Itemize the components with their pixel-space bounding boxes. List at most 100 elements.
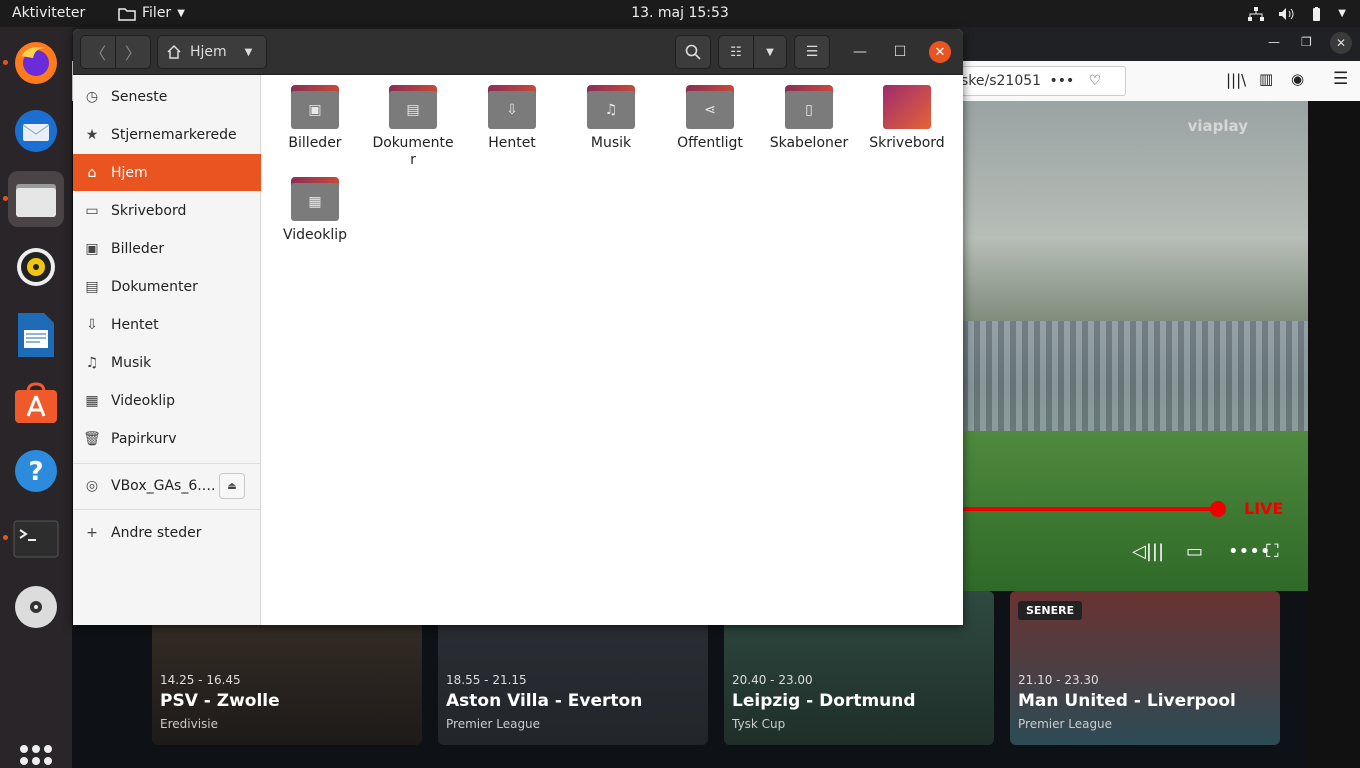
folder-item[interactable]: ▯ Skabeloner — [762, 75, 856, 152]
sidebar-item-label: Andre steder — [111, 524, 202, 541]
download-icon: ⇩ — [506, 102, 518, 118]
rhythmbox-icon — [17, 248, 55, 286]
folder-item[interactable]: ▤ Dokumenter — [366, 75, 460, 169]
sidebar-icon[interactable]: ▥ — [1259, 70, 1273, 88]
sidebar-item-desktop[interactable]: ▭ Skrivebord — [73, 192, 261, 229]
folder-item[interactable]: ▣ Billeder — [268, 75, 362, 152]
terminal-launcher[interactable] — [8, 511, 64, 567]
stadium-stands — [962, 321, 1308, 431]
page-actions-icon[interactable]: ••• — [1050, 73, 1075, 89]
sidebar-item-documents[interactable]: ▤ Dokumenter — [73, 268, 261, 305]
minimize-button[interactable]: — — [849, 41, 871, 63]
more-options-icon[interactable]: •••• — [1228, 541, 1270, 562]
chevron-down-icon: ▼ — [1338, 8, 1346, 19]
restore-icon[interactable]: ❐ — [1301, 35, 1312, 49]
battery-icon — [1313, 6, 1321, 21]
files-launcher[interactable] — [8, 171, 64, 227]
sidebar-item-downloads[interactable]: ⇩ Hentet — [73, 306, 261, 343]
path-bar-button[interactable]: Hjem ▼ — [157, 35, 267, 69]
dock: ? — [0, 27, 72, 768]
folder-item[interactable]: ▦ Videoklip — [268, 167, 362, 244]
sidebar-item-recent[interactable]: ◷ Seneste — [73, 78, 261, 115]
clock[interactable]: 13. maj 15:53 — [0, 0, 1360, 27]
folder-icon: ⇩ — [488, 85, 536, 129]
image-icon: ▣ — [85, 240, 99, 257]
hamburger-menu-icon[interactable]: ☰ — [1333, 69, 1348, 89]
dvd-launcher[interactable] — [8, 579, 64, 635]
forward-button[interactable]: 〉 — [115, 35, 151, 69]
close-icon[interactable]: ✕ — [1330, 32, 1352, 54]
sidebar-item-starred[interactable]: ★ Stjernemarkerede — [73, 116, 261, 153]
desktop-folder-icon — [883, 85, 931, 129]
pocket-icon[interactable]: ♡ — [1089, 73, 1102, 89]
chevron-down-icon: ▼ — [766, 46, 774, 58]
sidebar-item-home[interactable]: ⌂ Hjem — [73, 154, 261, 191]
maximize-button[interactable]: ☐ — [889, 41, 911, 63]
folder-item[interactable]: ♫ Musik — [564, 75, 658, 152]
show-applications-button[interactable] — [20, 745, 52, 768]
eject-button[interactable]: ⏏ — [219, 473, 245, 499]
sidebar-item-label: Stjernemarkerede — [111, 126, 237, 143]
rhythmbox-launcher[interactable] — [8, 239, 64, 295]
folder-label: Dokumenter — [372, 135, 454, 168]
clock-icon: ◷ — [85, 88, 99, 105]
card-league: Tysk Cup — [732, 717, 786, 731]
help-launcher[interactable]: ? — [8, 443, 64, 499]
folder-item[interactable]: Skrivebord — [860, 75, 954, 152]
maximize-icon: ☐ — [893, 44, 907, 60]
picture-in-picture-icon[interactable]: ▭ — [1186, 541, 1203, 562]
software-launcher[interactable] — [8, 375, 64, 431]
video-icon: ▦ — [85, 392, 99, 409]
folder-icon — [118, 7, 136, 21]
places-sidebar: ◷ Seneste ★ Stjernemarkerede ⌂ Hjem ▭ Skrive… — [73, 75, 261, 625]
url-bar[interactable]: ske/s21051 ••• ♡ ☆ — [952, 66, 1126, 117]
folder-icon: ▣ — [291, 85, 339, 129]
search-button[interactable] — [675, 35, 711, 69]
card-title: Aston Villa - Everton — [446, 691, 643, 711]
header-bar: 〈 〉 Hjem ▼ ☷ ▼ ☰ — ☐ ✕ — [73, 29, 963, 75]
chevron-down-icon: ▼ — [244, 46, 253, 58]
progress-bar[interactable] — [962, 507, 1218, 511]
menu-button[interactable]: ☰ — [794, 35, 830, 69]
account-icon[interactable]: ◉ — [1291, 70, 1304, 88]
app-menu-button[interactable]: Filer ▼ — [118, 0, 185, 27]
sidebar-divider — [73, 509, 261, 510]
sidebar-item-music[interactable]: ♫ Musik — [73, 344, 261, 381]
share-icon: ⋖ — [704, 102, 716, 118]
activities-button[interactable]: Aktiviteter — [12, 0, 85, 27]
folder-icon: ▤ — [389, 85, 437, 129]
download-icon: ⇩ — [86, 316, 98, 333]
close-button[interactable]: ✕ — [929, 41, 951, 63]
sidebar-item-pictures[interactable]: ▣ Billeder — [73, 230, 261, 267]
view-options-button[interactable]: ▼ — [753, 35, 787, 69]
libreoffice-writer-launcher[interactable] — [8, 307, 64, 363]
minimize-icon[interactable]: — — [1268, 35, 1280, 49]
sidebar-item-trash[interactable]: 🗑 Papirkurv — [73, 420, 261, 457]
svg-text:?: ? — [28, 457, 43, 487]
thunderbird-icon — [15, 110, 57, 152]
folder-label: Skabeloner — [769, 135, 849, 151]
firefox-launcher[interactable] — [8, 35, 64, 91]
desktop-icon: ▭ — [85, 202, 99, 219]
folder-icon: ⋖ — [686, 85, 734, 129]
sidebar-item-videos[interactable]: ▦ Videoklip — [73, 382, 261, 419]
thunderbird-launcher[interactable] — [8, 103, 64, 159]
card-title: PSV - Zwolle — [160, 691, 280, 711]
progress-handle[interactable] — [1210, 501, 1226, 517]
video-player[interactable]: viaplay LIVE ◁||| ▭ •••• ⛶ — [962, 101, 1308, 591]
folder-label: Billeder — [288, 135, 342, 151]
program-card[interactable]: SENERE 21.10 - 23.30 Man United - Liverp… — [1010, 591, 1280, 745]
document-icon: ▤ — [406, 102, 420, 118]
fullscreen-icon[interactable]: ⛶ — [1266, 541, 1279, 562]
back-button[interactable]: 〈 — [80, 35, 116, 69]
top-bar: Aktiviteter Filer ▼ 13. maj 15:53 ▼ — [0, 0, 1360, 27]
list-view-button[interactable]: ☷ — [718, 35, 754, 69]
library-icon[interactable]: |||\ — [1226, 71, 1246, 89]
volume-icon[interactable]: ◁||| — [1132, 541, 1164, 562]
sidebar-item-other-locations[interactable]: + Andre steder — [73, 514, 261, 551]
folder-item[interactable]: ⋖ Offentligt — [663, 75, 757, 152]
help-icon: ? — [15, 450, 57, 492]
system-tray[interactable]: ▼ — [1248, 0, 1346, 27]
folder-item[interactable]: ⇩ Hentet — [465, 75, 559, 152]
video-icon: ▦ — [308, 194, 322, 210]
